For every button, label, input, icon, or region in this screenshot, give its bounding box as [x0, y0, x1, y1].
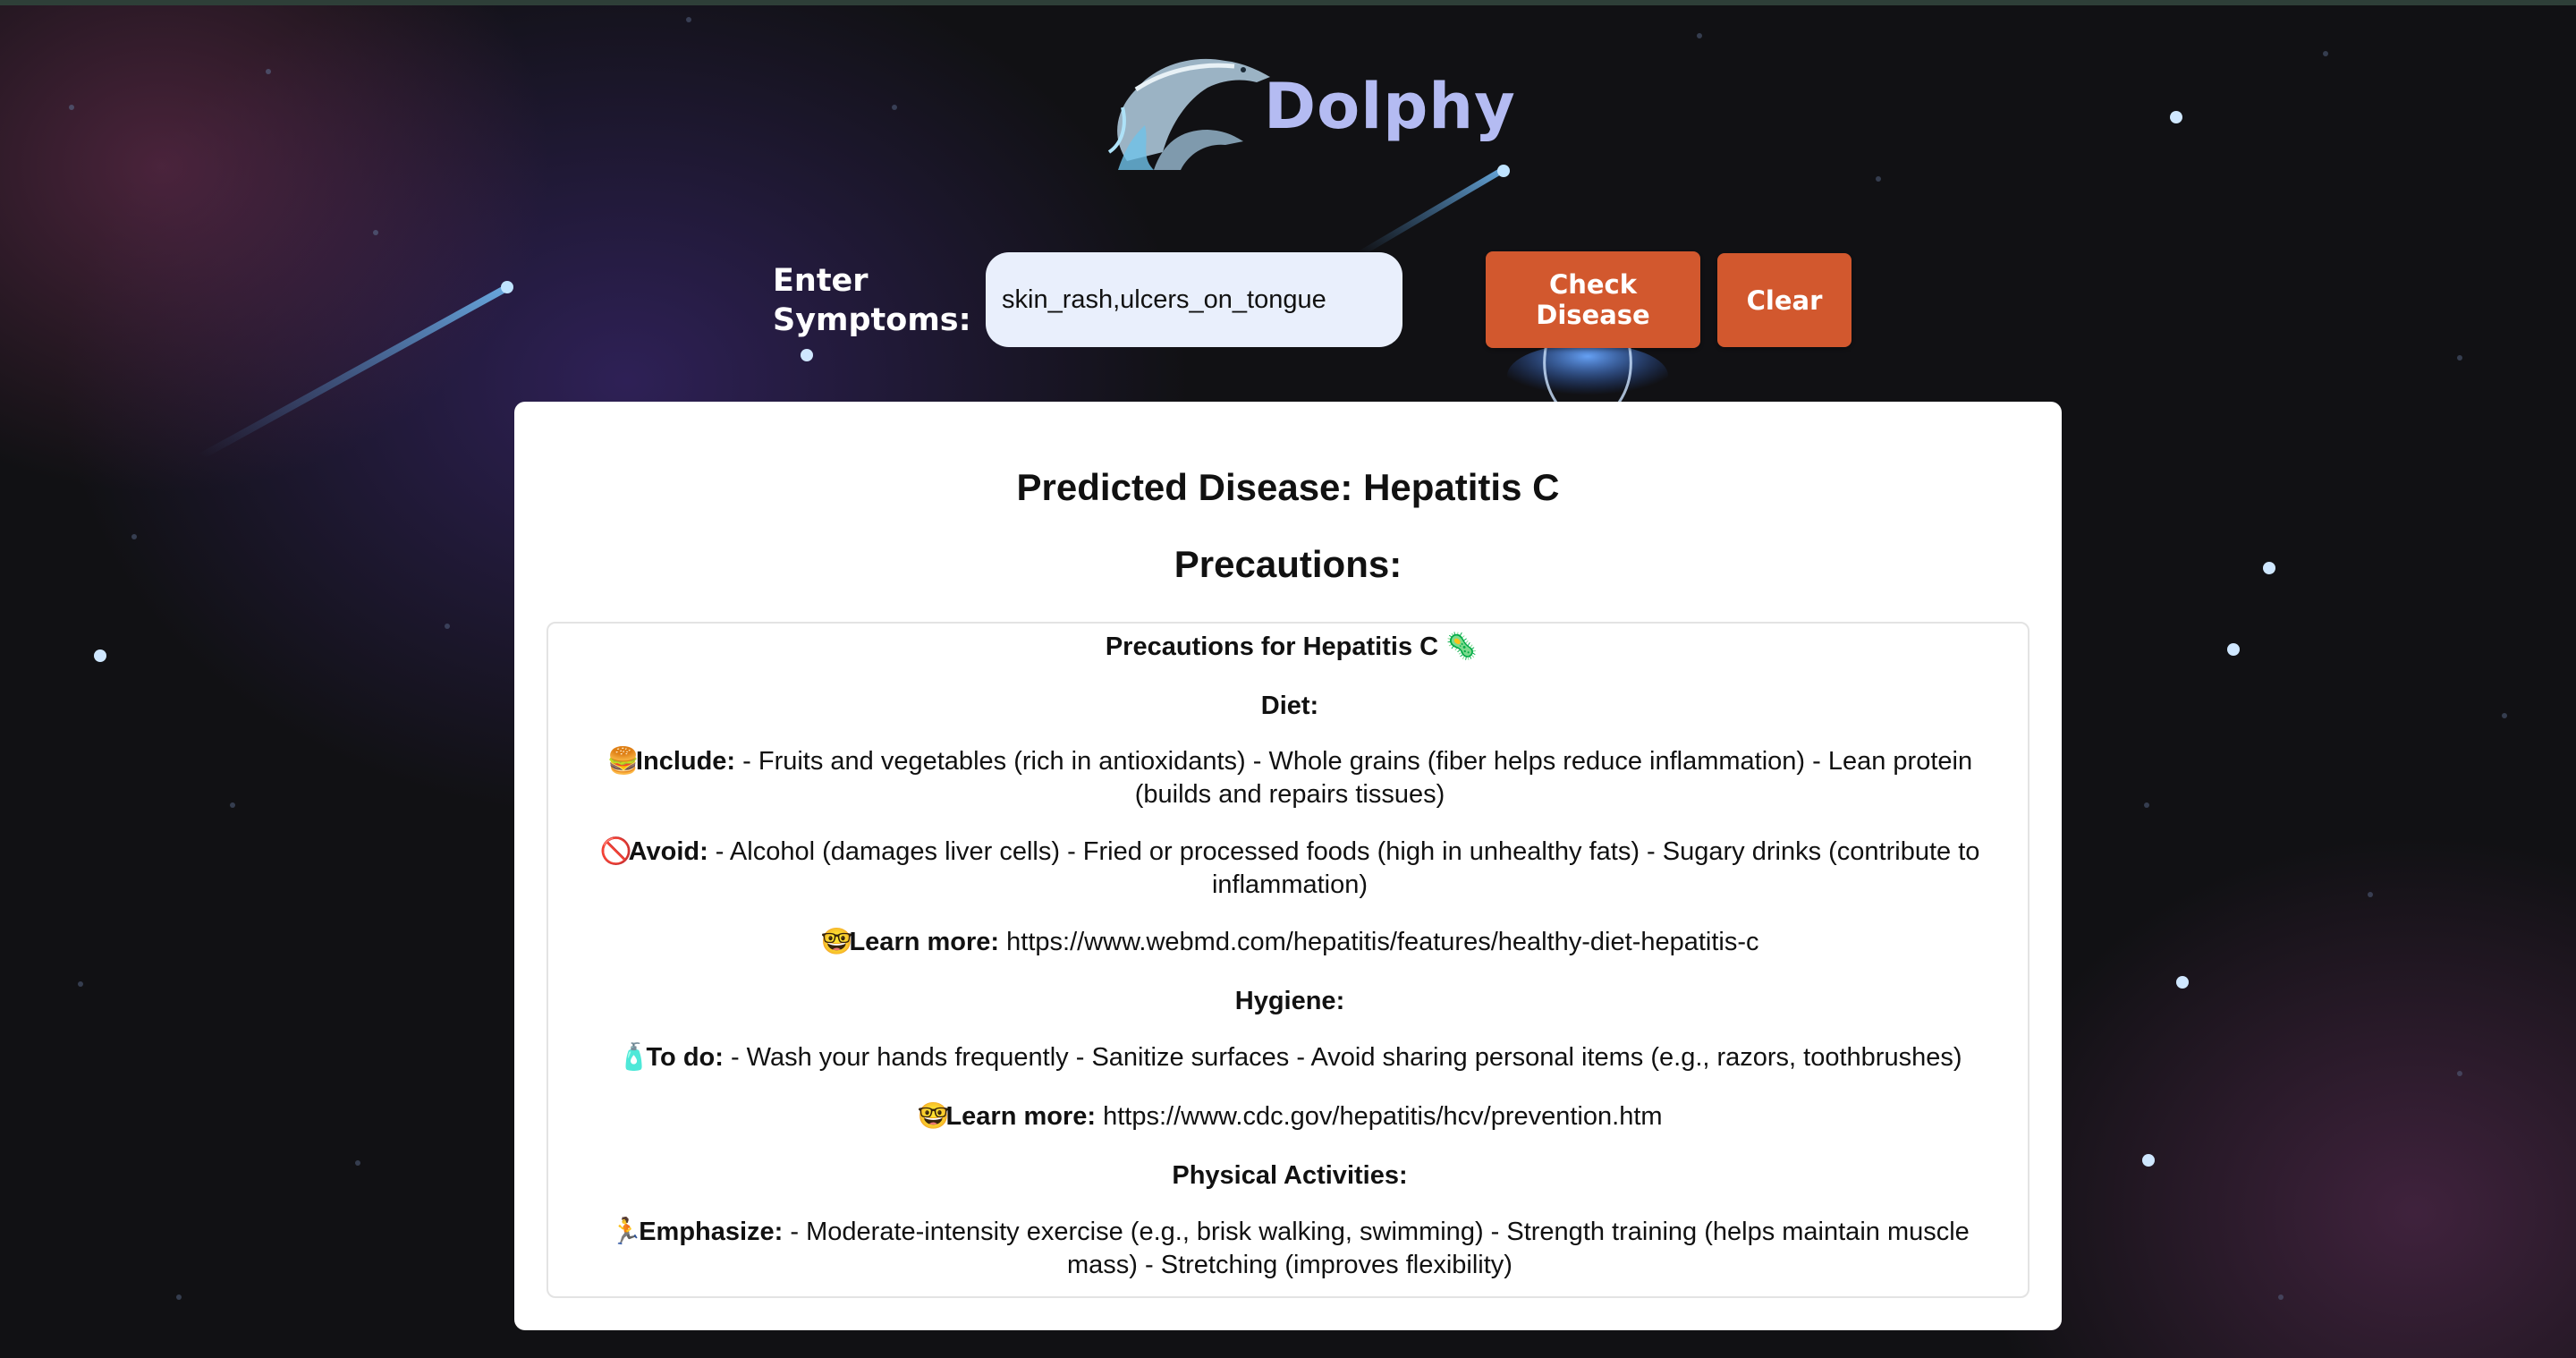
include-text-line1: - Fruits and vegetables (rich in antioxi…: [735, 747, 1973, 776]
todo-text: - Wash your hands frequently - Sanitize …: [723, 1043, 1962, 1072]
star: [2170, 111, 2182, 123]
dolphin-logo-icon: [1107, 58, 1270, 170]
lotion-bottle-icon: 🧴: [617, 1043, 650, 1072]
avoid-label: Avoid:: [628, 837, 708, 866]
diet-learn-more-url[interactable]: https://www.webmd.com/hepatitis/features…: [999, 928, 1758, 956]
diet-learn-more: 🤓Learn more: https://www.webmd.com/hepat…: [575, 926, 2004, 959]
check-disease-label-line2: Disease: [1536, 300, 1650, 330]
check-disease-label-line1: Check: [1548, 269, 1638, 300]
star: [2263, 562, 2275, 574]
emphasize-text-line2: mass) - Stretching (improves flexibility…: [1067, 1251, 1513, 1279]
emphasize-text-line1: - Moderate-intensity exercise (e.g., bri…: [783, 1218, 1970, 1246]
star: [2176, 976, 2189, 989]
emphasize-label: Emphasize:: [639, 1218, 784, 1246]
burger-icon: 🍔: [606, 747, 640, 776]
nerd-face-icon: 🤓: [820, 928, 853, 956]
symptoms-label-line2: Symptoms:: [773, 302, 971, 338]
check-disease-button[interactable]: Check Disease: [1486, 251, 1700, 348]
precautions-panel: Precautions for Hepatitis C 🦠 Diet: 🍔Inc…: [547, 622, 2029, 1298]
learn-more-label: Learn more:: [945, 1102, 1097, 1131]
star: [801, 349, 813, 361]
diet-avoid: 🚫Avoid: - Alcohol (damages liver cells) …: [575, 836, 2004, 902]
result-card: Predicted Disease: Hepatitis C Precautio…: [514, 402, 2062, 1330]
meteor-left: [198, 284, 510, 460]
symptoms-label-line1: Enter: [773, 263, 869, 299]
todo-label: To do:: [646, 1043, 724, 1072]
hygiene-heading: Hygiene:: [1234, 987, 1345, 1015]
hygiene-learn-more-url[interactable]: https://www.cdc.gov/hepatitis/hcv/preven…: [1096, 1102, 1662, 1131]
nerd-face-icon: 🤓: [917, 1102, 950, 1131]
physical-activities-heading: Physical Activities:: [1172, 1161, 1408, 1190]
meteor-head-center: [1497, 165, 1510, 177]
hygiene-learn-more: 🤓Learn more: https://www.cdc.gov/hepatit…: [575, 1100, 2004, 1133]
avoid-text-line2: inflammation): [1211, 870, 1368, 899]
symptoms-input[interactable]: [986, 252, 1402, 347]
meteor-head-left: [501, 281, 513, 293]
star: [2142, 1154, 2155, 1167]
avoid-text-line1: - Alcohol (damages liver cells) - Fried …: [708, 837, 1980, 866]
virus-icon: 🦠: [1445, 632, 1479, 661]
learn-more-label: Learn more:: [849, 928, 1000, 956]
star: [2227, 643, 2240, 656]
activities-emphasize: 🏃Emphasize: - Moderate-intensity exercis…: [575, 1216, 2004, 1282]
precautions-for-heading: Precautions for Hepatitis C 🦠: [575, 631, 2004, 664]
glow-decoration: [1507, 340, 1668, 403]
runner-icon: 🏃: [610, 1218, 643, 1246]
star: [94, 649, 106, 662]
hygiene-todo: 🧴To do: - Wash your hands frequently - S…: [575, 1041, 2004, 1074]
include-text-line2: (builds and repairs tissues): [1134, 780, 1445, 809]
precautions-heading: Precautions:: [1174, 543, 1402, 585]
app-brand-title: Dolphy: [1264, 70, 1516, 143]
diet-include: 🍔Include: - Fruits and vegetables (rich …: [575, 745, 2004, 811]
diet-heading: Diet:: [1260, 692, 1319, 720]
prohibited-icon: 🚫: [599, 837, 632, 866]
clear-button[interactable]: Clear: [1717, 253, 1852, 347]
precautions-for-text: Precautions for Hepatitis C: [1105, 632, 1439, 661]
predicted-disease-title: Predicted Disease: Hepatitis C: [1016, 466, 1560, 508]
include-label: Include:: [635, 747, 736, 776]
meteor-center: [1356, 166, 1506, 258]
symptoms-label: Enter Symptoms:: [773, 261, 979, 340]
